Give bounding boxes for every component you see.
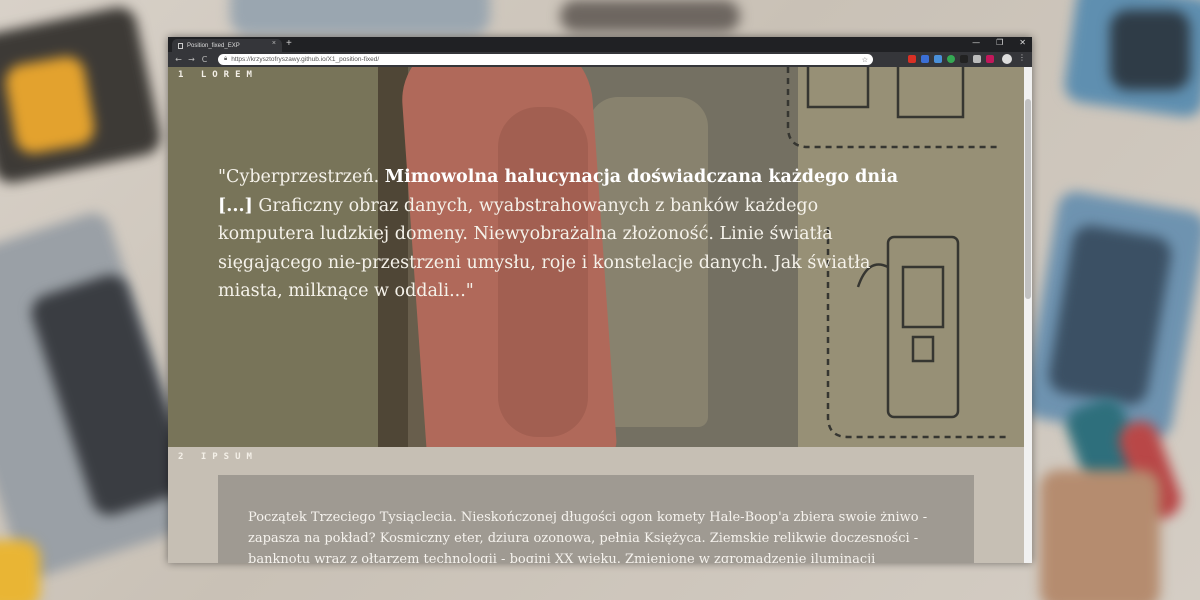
- browser-window: Position_fixed_EXP × + — ❐ ✕ ← → C 🔒︎ ht…: [168, 37, 1032, 563]
- section-label: 2 IPSUM: [178, 452, 258, 462]
- tab-title: Position_fixed_EXP: [187, 42, 240, 49]
- page-icon: [178, 42, 183, 49]
- extension-icon[interactable]: [934, 55, 942, 63]
- extension-icon[interactable]: [973, 55, 981, 63]
- browser-tab[interactable]: Position_fixed_EXP ×: [172, 39, 282, 52]
- section-ipsum: Początek Trzeciego Tysiąclecia. Nieskońc…: [168, 447, 1024, 563]
- address-bar[interactable]: 🔒︎ https://krzysztofryszawy.github.io/X1…: [218, 54, 873, 65]
- page-viewport: 1 LOREM "Cyberprzestrzeń. Mimowolna halu…: [168, 67, 1024, 563]
- star-icon[interactable]: ☆: [862, 56, 868, 64]
- close-window-button[interactable]: ✕: [1019, 38, 1026, 47]
- minimize-button[interactable]: —: [972, 38, 980, 47]
- text-card: Początek Trzeciego Tysiąclecia. Nieskońc…: [218, 475, 974, 563]
- back-button[interactable]: ←: [172, 55, 185, 64]
- browser-toolbar: ← → C 🔒︎ https://krzysztofryszawy.github…: [168, 52, 1032, 67]
- extension-icon[interactable]: [986, 55, 994, 63]
- quote-body: Graficzny obraz danych, wyabstrahowanych…: [218, 195, 871, 302]
- scrollbar[interactable]: [1024, 67, 1032, 563]
- lock-icon: 🔒︎: [224, 56, 228, 62]
- maximize-button[interactable]: ❐: [996, 38, 1003, 47]
- scrollbar-thumb[interactable]: [1025, 99, 1031, 299]
- forward-button[interactable]: →: [185, 55, 198, 64]
- extensions-area: [908, 55, 994, 63]
- window-controls: — ❐ ✕: [972, 38, 1026, 47]
- menu-icon[interactable]: ⋮: [1018, 53, 1026, 62]
- section-label: 1 LOREM: [178, 70, 258, 80]
- card-text: Początek Trzeciego Tysiąclecia. Nieskońc…: [248, 510, 928, 563]
- tab-close-icon[interactable]: ×: [272, 40, 276, 47]
- extension-icon[interactable]: [960, 55, 968, 63]
- quote-intro: "Cyberprzestrzeń.: [218, 167, 385, 187]
- url-text[interactable]: https://krzysztofryszawy.github.io/X1_po…: [231, 56, 379, 63]
- hero-quote: "Cyberprzestrzeń. Mimowolna halucynacja …: [218, 163, 918, 306]
- extension-icon[interactable]: [921, 55, 929, 63]
- profile-avatar[interactable]: [1002, 54, 1012, 64]
- extension-icon[interactable]: [947, 55, 955, 63]
- tab-bar: Position_fixed_EXP × + — ❐ ✕: [168, 37, 1032, 52]
- extension-icon[interactable]: [908, 55, 916, 63]
- new-tab-button[interactable]: +: [286, 38, 292, 49]
- reload-button[interactable]: C: [198, 55, 211, 64]
